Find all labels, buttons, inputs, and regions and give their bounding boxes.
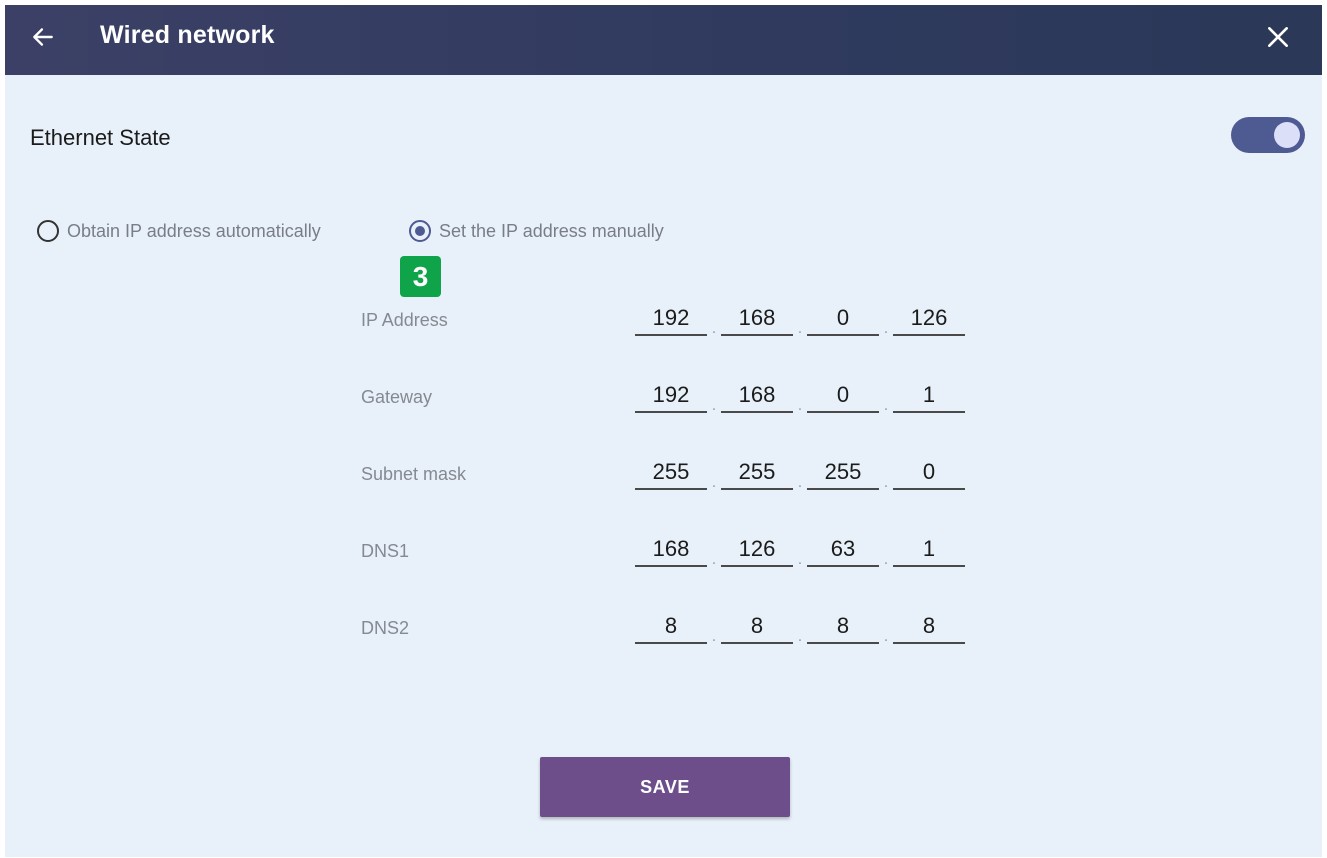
ip-address-octet-2[interactable] [721,302,793,336]
dns2-octet-2[interactable] [721,610,793,644]
ethernet-state-toggle[interactable] [1231,117,1305,153]
subnet-mask-row: Subnet mask . . . [5,456,1322,496]
dns1-octet-4[interactable] [893,533,965,567]
dns2-octet-3[interactable] [807,610,879,644]
title-bar: Wired network [5,5,1322,75]
toggle-knob [1274,122,1300,148]
gateway-octet-1[interactable] [635,379,707,413]
ethernet-state-label: Ethernet State [30,125,171,150]
wired-network-window: Wired network Ethernet State Obtain IP a… [5,5,1322,857]
subnet-mask-octet-2[interactable] [721,456,793,490]
save-button[interactable]: SAVE [540,757,790,817]
octet-separator: . [711,320,717,337]
dns1-octet-2[interactable] [721,533,793,567]
octet-separator: . [711,474,717,491]
close-button[interactable] [1258,17,1298,57]
ip-address-octet-4[interactable] [893,302,965,336]
subnet-mask-octet-3[interactable] [807,456,879,490]
octet-separator: . [797,397,803,414]
radio-label: Set the IP address manually [439,220,664,241]
field-label: IP Address [361,310,448,330]
arrow-left-icon [33,28,53,46]
gateway-row: Gateway . . . [5,379,1322,419]
dns1-octet-1[interactable] [635,533,707,567]
page-title: Wired network [100,21,275,49]
dns1-row: DNS1 . . . [5,533,1322,573]
back-button[interactable] [23,17,63,57]
radio-unchecked-icon [37,220,59,242]
dns2-row: DNS2 . . . [5,610,1322,650]
field-label: Subnet mask [361,464,467,484]
octet-separator: . [797,628,803,645]
ip-address-octet-3[interactable] [807,302,879,336]
field-label: DNS2 [361,618,410,638]
octet-separator: . [883,628,889,645]
octet-separator: . [711,397,717,414]
gateway-octet-3[interactable] [807,379,879,413]
step-badge: 3 [400,256,441,297]
radio-label: Obtain IP address automatically [67,220,321,241]
gateway-octet-2[interactable] [721,379,793,413]
octet-separator: . [797,551,803,568]
ip-address-row: IP Address . . . [5,302,1322,342]
dns2-octet-1[interactable] [635,610,707,644]
radio-checked-icon [409,220,431,242]
octet-separator: . [883,320,889,337]
subnet-mask-octet-1[interactable] [635,456,707,490]
field-label: Gateway [361,387,433,407]
octet-separator: . [883,551,889,568]
octet-separator: . [797,320,803,337]
radio-set-ip-manually[interactable]: Set the IP address manually [409,217,664,245]
ip-address-octet-1[interactable] [635,302,707,336]
radio-obtain-ip-automatically[interactable]: Obtain IP address automatically [37,217,321,245]
octet-separator: . [797,474,803,491]
gateway-octet-4[interactable] [893,379,965,413]
octet-separator: . [883,474,889,491]
dns2-octet-4[interactable] [893,610,965,644]
close-icon [1268,27,1288,47]
octet-separator: . [711,551,717,568]
octet-separator: . [711,628,717,645]
field-label: DNS1 [361,541,410,561]
subnet-mask-octet-4[interactable] [893,456,965,490]
octet-separator: . [883,397,889,414]
dns1-octet-3[interactable] [807,533,879,567]
